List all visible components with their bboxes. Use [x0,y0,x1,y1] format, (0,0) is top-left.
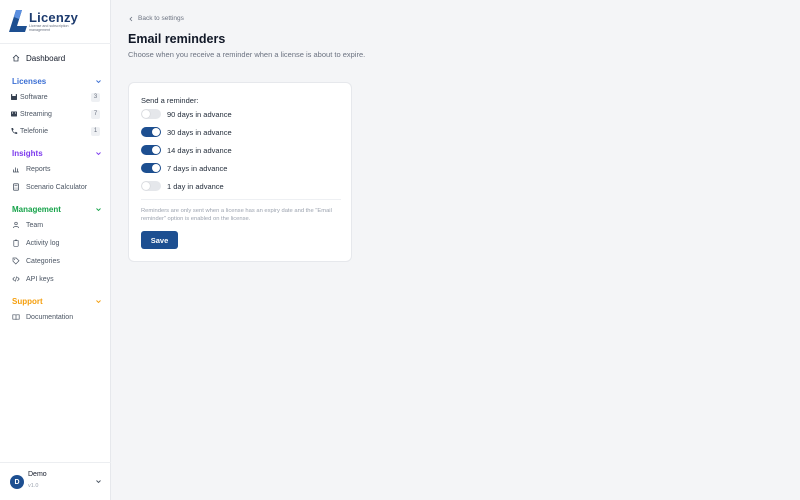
section-title: Management [12,205,61,214]
user-name: Demo [28,471,47,478]
reminder-option[interactable]: 1 day in advance [141,180,341,192]
sidebar-item-label: Dashboard [26,53,66,63]
sidebar-item-label: Telefonie [20,127,49,135]
reminder-option[interactable]: 30 days in advance [141,126,341,138]
sidebar-item-team[interactable]: Team [0,217,110,233]
reminder-option-label: 14 days in advance [167,145,232,155]
count-badge: 7 [91,109,100,119]
section-support[interactable]: Support [12,297,102,309]
reminder-option-label: 7 days in advance [167,163,228,173]
section-title: Support [12,297,43,306]
toggle-knob [152,146,160,154]
section-title: Insights [12,149,43,158]
reminder-section-label: Send a reminder: [141,96,199,105]
sidebar-item-reports[interactable]: Reports [0,161,110,177]
sidebar-item-api-keys[interactable]: API keys [0,271,110,287]
reminder-option[interactable]: 14 days in advance [141,144,341,156]
chevron-down-icon[interactable] [95,150,102,157]
film-icon [9,110,18,119]
brand-name: Licenzy [29,10,79,25]
chevron-left-icon [129,16,133,21]
back-to-settings-link[interactable]: Back to settings [128,15,184,22]
reminder-toggle[interactable] [141,181,161,191]
toggle-knob [142,182,150,190]
sidebar-item-label: Activity log [26,239,60,247]
page-title: Email reminders [128,32,226,46]
floppy-icon [9,93,18,102]
calculator-icon [11,183,20,192]
reminder-option[interactable]: 7 days in advance [141,162,341,174]
sidebar-item-label: Scenario Calculator [26,183,88,191]
reminder-option-label: 1 day in advance [167,181,224,191]
count-badge: 3 [91,92,100,102]
toggle-knob [152,164,160,172]
licenzy-logo-icon [9,10,27,32]
chevron-down-icon[interactable] [95,206,102,213]
card-divider [141,199,341,200]
avatar: D [10,475,24,489]
sidebar-item-categories[interactable]: Categories [0,253,110,269]
bar-chart-icon [11,165,20,174]
user-menu[interactable]: D Demo v1.0 [0,462,111,500]
sidebar-item-label: Reports [26,165,51,173]
section-management[interactable]: Management [12,205,102,217]
sidebar-item-software[interactable]: Software 3 [0,89,110,105]
section-insights[interactable]: Insights [12,149,102,161]
toggle-knob [152,128,160,136]
section-licenses[interactable]: Licenses [12,77,102,89]
chevron-down-icon[interactable] [95,478,102,485]
sidebar-item-documentation[interactable]: Documentation [0,309,110,325]
app-version: v1.0 [28,483,39,489]
code-icon [11,275,20,284]
sidebar-item-scenario-calculator[interactable]: Scenario Calculator [0,179,110,195]
sidebar-item-label: Streaming [20,110,52,118]
reminder-option-label: 30 days in advance [167,127,232,137]
brand-tagline: License and subscription management [29,24,69,33]
clipboard-icon [11,239,20,248]
toggle-knob [142,110,150,118]
count-badge: 1 [91,126,100,136]
reminder-toggle[interactable] [141,127,161,137]
book-icon [11,313,20,322]
tag-icon [11,257,20,266]
home-icon [11,54,20,63]
sidebar-item-label: Team [26,221,44,229]
sidebar-item-label: API keys [26,275,54,283]
sidebar-item-streaming[interactable]: Streaming 7 [0,106,110,122]
sidebar-item-label: Documentation [26,313,74,321]
save-button[interactable]: Save [141,231,178,249]
reminder-option-label: 90 days in advance [167,109,232,119]
sidebar-item-dashboard[interactable]: Dashboard [0,50,110,66]
reminder-toggle[interactable] [141,109,161,119]
reminder-toggle[interactable] [141,145,161,155]
back-label: Back to settings [138,15,184,22]
brand-logo[interactable]: Licenzy License and subscription managem… [8,10,108,34]
phone-icon [9,127,18,136]
reminder-note: Reminders are only sent when a license h… [141,208,332,222]
sidebar-item-telefonie[interactable]: Telefonie 1 [0,123,110,139]
reminders-card: Send a reminder: 90 days in advance 30 da… [128,82,352,262]
sidebar-item-label: Categories [26,257,60,265]
reminder-option[interactable]: 90 days in advance [141,108,341,120]
sidebar-item-activity-log[interactable]: Activity log [0,235,110,251]
team-icon [11,221,20,230]
sidebar-item-label: Software [20,93,48,101]
chevron-down-icon[interactable] [95,78,102,85]
chevron-down-icon[interactable] [95,298,102,305]
section-title: Licenses [12,77,47,86]
page-subtitle: Choose when you receive a reminder when … [128,50,366,59]
sidebar: Licenzy License and subscription managem… [0,0,111,500]
sidebar-divider [0,43,111,44]
reminder-toggle[interactable] [141,163,161,173]
